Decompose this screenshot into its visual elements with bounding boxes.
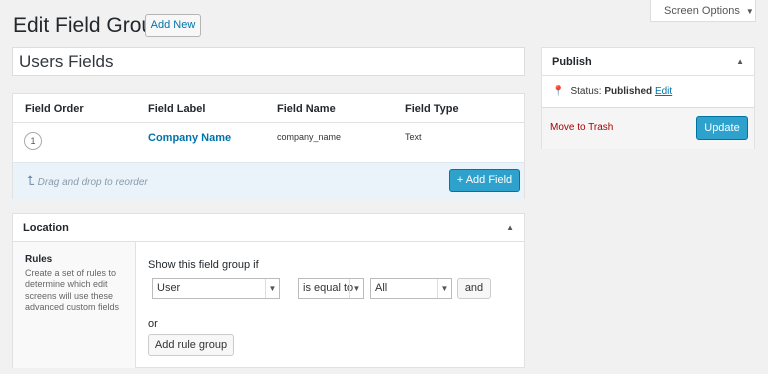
caret-down-icon: ▼ — [745, 7, 754, 16]
add-new-button[interactable]: Add New — [145, 14, 201, 37]
screen-options-label: Screen Options — [664, 5, 740, 17]
column-header-name: Field Name — [277, 103, 336, 115]
location-title: Location — [23, 222, 69, 234]
column-header-label: Field Label — [148, 103, 206, 115]
fields-footer: ⮤ Drag and drop to reorder + Add Field — [13, 162, 524, 199]
drag-hint: ⮤ Drag and drop to reorder — [27, 173, 148, 189]
chevron-down-icon: ▼ — [265, 279, 279, 298]
location-panel: Location ▲ Rules Create a set of rules t… — [12, 213, 525, 368]
screen-options-button[interactable]: Screen Options ▼ — [650, 0, 756, 22]
status-label: Status: — [570, 86, 602, 97]
rules-title: Rules — [25, 254, 53, 265]
curved-arrow-icon: ⮤ — [27, 173, 35, 188]
collapse-arrow-icon[interactable]: ▲ — [736, 48, 744, 76]
status-line: 📍 Status: Published Edit — [552, 86, 672, 97]
and-button[interactable]: and — [457, 278, 491, 299]
edit-status-link[interactable]: Edit — [655, 86, 672, 97]
pin-icon: 📍 — [552, 86, 565, 97]
move-to-trash-link[interactable]: Move to Trash — [550, 122, 613, 133]
location-header[interactable]: Location ▲ — [13, 214, 524, 242]
rules-sidebar: Rules Create a set of rules to determine… — [13, 242, 136, 368]
collapse-arrow-icon[interactable]: ▲ — [506, 214, 514, 242]
column-header-order: Field Order — [25, 103, 84, 115]
status-value: Published — [604, 86, 653, 97]
rule-value-value: All — [375, 282, 388, 294]
add-rule-group-button[interactable]: Add rule group — [148, 334, 234, 356]
rules-editor: Show this field group if User ▼ is equal… — [148, 242, 524, 368]
rule-param-value: User — [157, 282, 181, 294]
rules-description: Create a set of rules to determine which… — [25, 268, 120, 312]
chevron-down-icon: ▼ — [349, 279, 363, 298]
or-label: or — [148, 318, 158, 330]
fields-table-header: Field Order Field Label Field Name Field… — [13, 94, 524, 123]
field-label-link[interactable]: Company Name — [148, 132, 231, 144]
publish-title: Publish — [552, 56, 592, 68]
fields-panel: Field Order Field Label Field Name Field… — [12, 93, 525, 199]
page-title: Edit Field Group — [13, 14, 165, 37]
publish-panel: Publish ▲ 📍 Status: Published Edit Move t… — [541, 47, 755, 149]
show-field-group-label: Show this field group if — [148, 259, 259, 271]
field-type-value: Text — [405, 132, 422, 142]
rule-param-select[interactable]: User ▼ — [152, 278, 280, 299]
publish-actions: Move to Trash Update — [542, 107, 754, 149]
rule-value-select[interactable]: All ▼ — [370, 278, 452, 299]
column-header-type: Field Type — [405, 103, 459, 115]
add-field-button[interactable]: + Add Field — [449, 169, 520, 192]
field-name-value: company_name — [277, 132, 342, 142]
chevron-down-icon: ▼ — [437, 279, 451, 298]
publish-header[interactable]: Publish ▲ — [542, 48, 754, 76]
field-order-badge[interactable]: 1 — [24, 132, 42, 150]
rule-operator-value: is equal to — [303, 282, 354, 294]
update-button[interactable]: Update — [696, 116, 748, 140]
group-title-input[interactable]: Users Fields — [12, 47, 525, 76]
drag-hint-text: Drag and drop to reorder — [37, 177, 148, 188]
rule-operator-select[interactable]: is equal to ▼ — [298, 278, 364, 299]
